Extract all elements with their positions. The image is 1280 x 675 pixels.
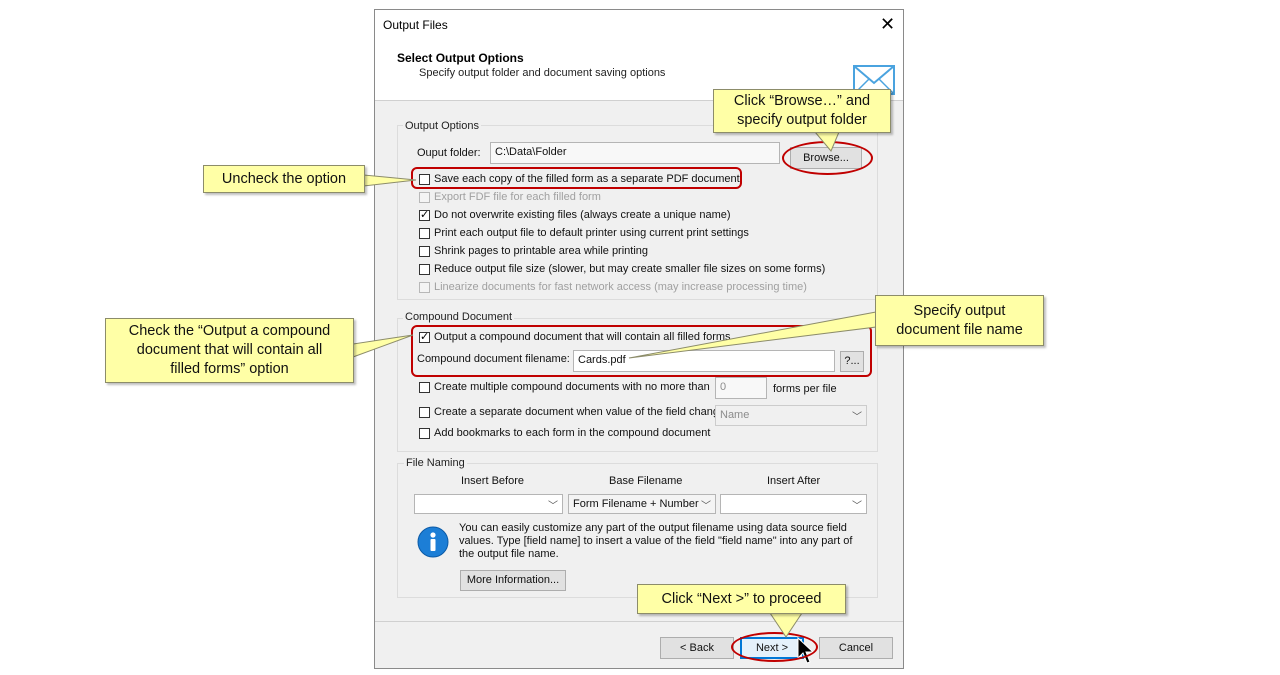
filename-callout-text: Specify output document file name (896, 302, 1023, 338)
next-callout: Click “Next >” to proceed (637, 584, 846, 614)
uncheck-callout-pointer (363, 174, 417, 187)
compound-callout-pointer (352, 334, 414, 358)
next-callout-text: Click “Next >” to proceed (661, 590, 822, 607)
uncheck-callout: Uncheck the option (203, 165, 365, 193)
compound-callout: Check the “Output a compound document th… (105, 318, 354, 383)
compound-callout-text: Check the “Output a compound document th… (128, 323, 331, 377)
filename-callout-pointer (628, 311, 877, 359)
browse-callout-pointer (813, 131, 840, 152)
browse-callout-text: Click “Browse…” and specify output folde… (733, 93, 871, 128)
filename-callout: Specify output document file name (875, 295, 1044, 346)
next-callout-pointer (769, 612, 803, 638)
uncheck-callout-text: Uncheck the option (221, 170, 347, 187)
browse-callout: Click “Browse…” and specify output folde… (713, 89, 891, 133)
